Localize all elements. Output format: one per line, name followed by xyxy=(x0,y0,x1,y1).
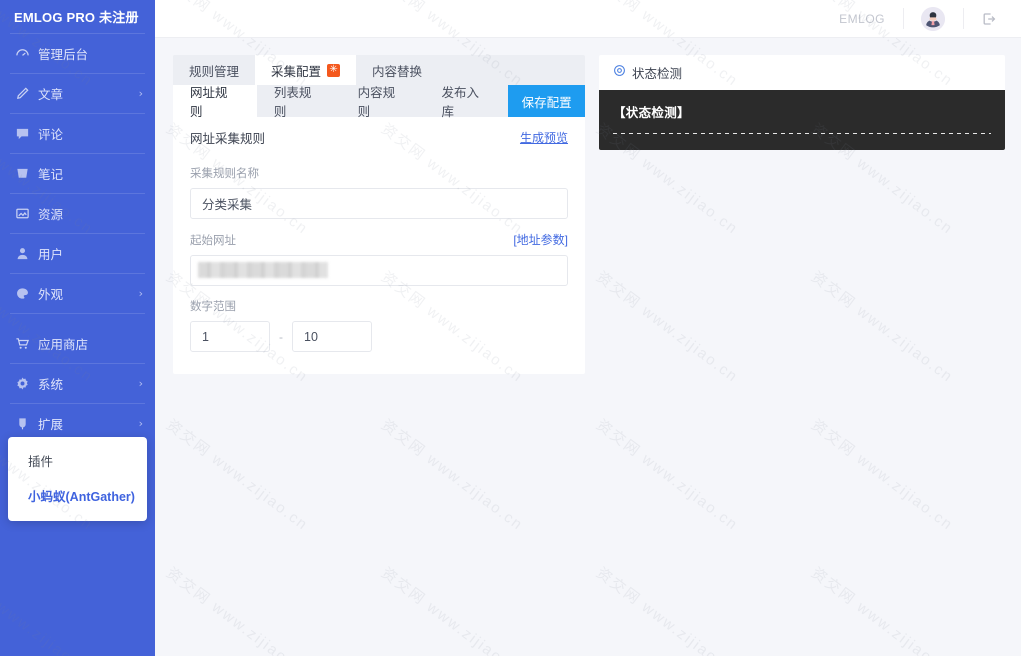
number-range-row: - xyxy=(190,321,568,352)
collection-config-card: 规则管理 采集配置 ✳ 内容替换 网址规则 列表规则 xyxy=(173,55,585,374)
sidebar-item-notes[interactable]: 笔记 xyxy=(0,154,155,193)
pencil-icon xyxy=(14,86,30,102)
user-avatar[interactable] xyxy=(921,7,945,31)
tab-label: 列表规则 xyxy=(274,82,324,120)
sidebar-item-label: 外观 xyxy=(38,284,139,303)
brand-title: EMLOG PRO 未注册 xyxy=(0,0,155,33)
palette-icon xyxy=(14,286,30,302)
sidebar-item-dashboard[interactable]: 管理后台 xyxy=(0,34,155,73)
sidebar-item-label: 应用商店 xyxy=(38,334,143,353)
field-label: 数字范围 xyxy=(190,298,568,314)
tab-label: 规则管理 xyxy=(189,61,239,80)
field-label: 起始网址 [地址参数] xyxy=(190,231,568,248)
dashboard-icon xyxy=(14,46,30,62)
sidebar-item-label: 评论 xyxy=(38,124,143,143)
tab-label: 内容替换 xyxy=(372,61,422,80)
secondary-tabs: 网址规则 列表规则 内容规则 发布入库 保存配置 xyxy=(173,85,585,117)
save-config-button[interactable]: 保存配置 xyxy=(508,85,585,117)
image-icon xyxy=(14,206,30,222)
plug-icon xyxy=(14,416,30,432)
comment-icon xyxy=(14,126,30,142)
field-number-range: 数字范围 - xyxy=(190,298,568,352)
status-console: 【状态检测】 xyxy=(599,90,1005,150)
sidebar-item-appstore[interactable]: 应用商店 xyxy=(0,324,155,363)
chevron-right-icon: › xyxy=(139,418,143,429)
card-body: 网址采集规则 生成预览 采集规则名称 起始网址 [地址参数] xyxy=(173,117,585,374)
tab-label: 内容规则 xyxy=(358,82,408,120)
field-label: 采集规则名称 xyxy=(190,165,568,181)
sidebar-item-label: 管理后台 xyxy=(38,44,143,63)
sidebar-item-articles[interactable]: 文章 › xyxy=(0,74,155,113)
status-check-header: 状态检测 xyxy=(599,55,1005,90)
new-badge-icon: ✳ xyxy=(327,64,340,77)
tab-url-rule[interactable]: 网址规则 xyxy=(173,85,257,117)
sidebar-item-label: 用户 xyxy=(38,244,143,263)
field-label-text: 数字范围 xyxy=(190,298,236,314)
tab-content-replace[interactable]: 内容替换 xyxy=(356,55,438,85)
redacted-url-overlay xyxy=(198,262,328,278)
rule-name-input[interactable] xyxy=(190,188,568,219)
chevron-right-icon: › xyxy=(139,288,143,299)
card-header: 网址采集规则 生成预览 xyxy=(190,117,568,153)
topbar-emlog-label: EMLOG xyxy=(839,12,885,26)
tab-rule-management[interactable]: 规则管理 xyxy=(173,55,255,85)
tab-label: 采集配置 xyxy=(271,61,321,80)
sidebar-item-resources[interactable]: 资源 xyxy=(0,194,155,233)
field-rule-name: 采集规则名称 xyxy=(190,165,568,219)
note-icon xyxy=(14,166,30,182)
url-params-link[interactable]: [地址参数] xyxy=(513,231,568,248)
start-url-wrapper xyxy=(190,255,568,286)
submenu-item-antgather[interactable]: 小蚂蚁(AntGather) xyxy=(8,478,147,513)
target-icon xyxy=(613,64,626,82)
tab-list-rule[interactable]: 列表规则 xyxy=(257,85,341,117)
gear-icon xyxy=(14,376,30,392)
sidebar-spacer xyxy=(0,314,155,324)
sidebar-item-label: 笔记 xyxy=(38,164,143,183)
tab-content-rule[interactable]: 内容规则 xyxy=(341,85,425,117)
field-start-url: 起始网址 [地址参数] xyxy=(190,231,568,286)
main-content: 规则管理 采集配置 ✳ 内容替换 网址规则 列表规则 xyxy=(155,37,1021,656)
status-check-card: 状态检测 【状态检测】 xyxy=(599,55,1005,150)
sidebar-item-label: 系统 xyxy=(38,374,139,393)
range-to-input[interactable] xyxy=(292,321,372,352)
topbar-logout-cell[interactable] xyxy=(963,0,1015,37)
console-title: 【状态检测】 xyxy=(613,102,991,121)
console-divider xyxy=(613,133,991,134)
topbar: EMLOG xyxy=(155,0,1021,37)
topbar-avatar-cell[interactable] xyxy=(903,0,963,37)
sidebar-submenu-extensions: 插件 小蚂蚁(AntGather) xyxy=(8,437,147,521)
app-root: EMLOG PRO 未注册 管理后台 文章 › 评论 xyxy=(0,0,1021,656)
tab-collection-config[interactable]: 采集配置 ✳ xyxy=(255,55,356,85)
topbar-emlog-link[interactable]: EMLOG xyxy=(821,0,903,37)
user-icon xyxy=(14,246,30,262)
content-column: EMLOG xyxy=(155,0,1021,656)
chevron-right-icon: › xyxy=(139,88,143,99)
tab-label: 发布入库 xyxy=(441,82,491,120)
sidebar-item-appearance[interactable]: 外观 › xyxy=(0,274,155,313)
tab-label: 网址规则 xyxy=(190,82,240,120)
cart-icon xyxy=(14,336,30,352)
sidebar-item-system[interactable]: 系统 › xyxy=(0,364,155,403)
chevron-right-icon: › xyxy=(139,378,143,389)
field-label-text: 起始网址 xyxy=(190,232,236,248)
tab-publish-store[interactable]: 发布入库 xyxy=(424,85,508,117)
logout-icon[interactable] xyxy=(981,11,997,27)
sidebar-item-label: 扩展 xyxy=(38,414,139,433)
range-from-input[interactable] xyxy=(190,321,270,352)
section-title: 网址采集规则 xyxy=(190,128,265,147)
range-separator: - xyxy=(279,330,283,344)
generate-preview-link[interactable]: 生成预览 xyxy=(520,129,568,146)
submenu-item-plugins[interactable]: 插件 xyxy=(8,443,147,478)
sidebar-item-label: 资源 xyxy=(38,204,143,223)
sidebar-item-users[interactable]: 用户 xyxy=(0,234,155,273)
sidebar-item-label: 文章 xyxy=(38,84,139,103)
sidebar-item-comments[interactable]: 评论 xyxy=(0,114,155,153)
sidebar: EMLOG PRO 未注册 管理后台 文章 › 评论 xyxy=(0,0,155,656)
field-label-text: 采集规则名称 xyxy=(190,165,259,181)
primary-tabs: 规则管理 采集配置 ✳ 内容替换 xyxy=(173,55,585,85)
status-check-title: 状态检测 xyxy=(632,63,682,82)
